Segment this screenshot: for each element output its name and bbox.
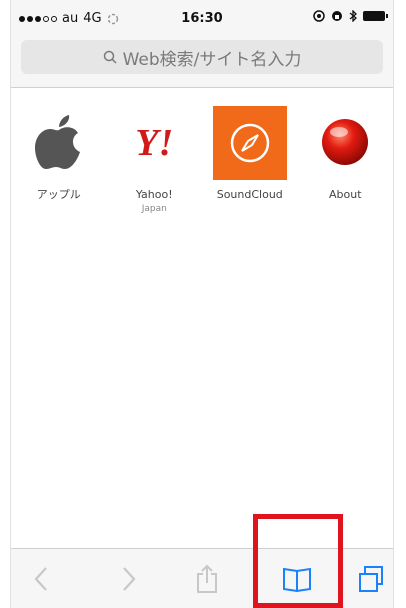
compass-icon xyxy=(212,106,287,180)
favorites-grid: アップル Y! Yahoo! Japan SoundCloud About xyxy=(11,106,393,216)
bluetooth-icon xyxy=(349,10,357,22)
search-placeholder: Web検索/サイト名入力 xyxy=(122,49,302,70)
back-arrow-icon xyxy=(34,567,47,591)
apple-logo-icon xyxy=(22,106,96,180)
status-bar: au 4G 16:30 xyxy=(11,8,393,30)
back-button[interactable] xyxy=(19,549,63,608)
location-icon xyxy=(313,10,325,22)
forward-button[interactable] xyxy=(107,549,151,608)
yahoo-logo-text: Y! xyxy=(135,122,174,164)
favorite-label: アップル xyxy=(36,188,81,201)
forward-arrow-icon xyxy=(123,567,136,591)
battery-icon xyxy=(363,11,388,21)
tabs-button[interactable] xyxy=(351,549,391,608)
favorite-apple[interactable]: アップル xyxy=(11,106,107,216)
favorite-label: SoundCloud xyxy=(216,188,283,201)
top-bar: au 4G 16:30 Web検索/サイト名入力 xyxy=(11,0,393,88)
favorite-about[interactable]: About xyxy=(298,106,394,216)
favorite-soundcloud[interactable]: SoundCloud xyxy=(202,106,298,216)
status-right xyxy=(313,10,388,22)
yahoo-japan-logo-icon: Y! xyxy=(117,106,191,180)
favorite-label: Yahoo! xyxy=(135,188,173,201)
tabs-icon xyxy=(359,566,383,592)
favorite-sublabel: Japan xyxy=(141,204,167,214)
search-icon xyxy=(103,50,117,64)
favorite-yahoo[interactable]: Y! Yahoo! Japan xyxy=(107,106,203,216)
phone-screen: au 4G 16:30 Web検索/サイト名入力 アップル Y! Yahoo! … xyxy=(10,0,394,608)
share-icon xyxy=(197,564,217,593)
red-ball-icon xyxy=(308,106,382,180)
share-button[interactable] xyxy=(185,549,229,608)
bookmarks-highlight-box xyxy=(253,514,343,608)
favorite-label: About xyxy=(328,188,362,201)
lock-rotation-icon xyxy=(332,11,342,21)
search-field[interactable]: Web検索/サイト名入力 xyxy=(21,40,383,74)
